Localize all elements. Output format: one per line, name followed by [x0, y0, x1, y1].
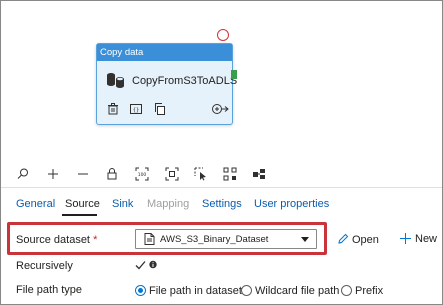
- fit-to-window-icon[interactable]: [165, 167, 179, 181]
- active-tab-indicator: [62, 214, 97, 216]
- svg-text:{}: {}: [133, 108, 140, 114]
- select-icon[interactable]: [194, 167, 208, 181]
- add-output-icon[interactable]: [212, 102, 230, 119]
- open-dataset-button[interactable]: Open: [337, 233, 379, 248]
- search-icon[interactable]: [16, 167, 30, 181]
- properties-tabs: General Source Sink Mapping Settings Use…: [1, 193, 442, 216]
- tab-settings[interactable]: Settings: [202, 198, 242, 210]
- tab-user-properties[interactable]: User properties: [254, 198, 329, 210]
- zoom-100-icon[interactable]: 100: [135, 167, 149, 181]
- code-icon[interactable]: {}: [130, 103, 142, 118]
- canvas-toolbar: 100: [1, 161, 442, 188]
- database-icon: [105, 72, 127, 91]
- radio-unselected: [241, 285, 252, 296]
- recursively-checkbox[interactable]: [135, 260, 146, 274]
- activity-header: Copy data: [97, 44, 232, 61]
- file-path-type-label: File path type: [16, 284, 83, 296]
- error-indicator-icon[interactable]: [217, 29, 229, 41]
- activity-name: CopyFromS3ToADLS: [132, 75, 238, 87]
- success-port[interactable]: [231, 70, 237, 79]
- radio-prefix[interactable]: Prefix: [341, 285, 383, 297]
- tab-sink[interactable]: Sink: [112, 198, 133, 210]
- chevron-down-icon: [301, 237, 309, 242]
- zoom-in-icon[interactable]: [46, 167, 60, 181]
- radio-wildcard-file-path[interactable]: Wildcard file path: [241, 285, 339, 297]
- pipeline-editor: Copy data CopyFromS3ToADLS {} 100 Genera…: [0, 0, 443, 305]
- lock-icon[interactable]: [105, 167, 119, 181]
- radio-file-path-in-dataset[interactable]: File path in dataset: [135, 285, 242, 297]
- copy-data-activity[interactable]: Copy data CopyFromS3ToADLS {}: [96, 43, 237, 125]
- tab-mapping[interactable]: Mapping: [147, 198, 189, 210]
- layers-icon[interactable]: [252, 167, 266, 181]
- recursively-label: Recursively: [16, 260, 73, 272]
- source-dataset-value: AWS_S3_Binary_Dataset: [160, 234, 269, 245]
- plus-icon: [400, 233, 411, 247]
- tab-source[interactable]: Source: [65, 198, 100, 210]
- delete-icon[interactable]: [107, 103, 119, 118]
- info-icon[interactable]: [149, 260, 157, 273]
- radio-unselected: [341, 285, 352, 296]
- source-dataset-select[interactable]: AWS_S3_Binary_Dataset: [135, 229, 317, 249]
- copy-icon[interactable]: [154, 103, 166, 118]
- dataset-icon: [144, 233, 155, 248]
- radio-selected: [135, 285, 146, 296]
- new-dataset-button[interactable]: New: [400, 233, 437, 247]
- tab-general[interactable]: General: [16, 198, 55, 210]
- pipeline-canvas[interactable]: Copy data CopyFromS3ToADLS {}: [1, 1, 442, 161]
- svg-text:100: 100: [138, 172, 147, 178]
- edit-icon: [337, 233, 349, 248]
- auto-align-icon[interactable]: [223, 167, 237, 181]
- zoom-out-icon[interactable]: [76, 167, 90, 181]
- source-dataset-label: Source dataset *: [16, 234, 98, 246]
